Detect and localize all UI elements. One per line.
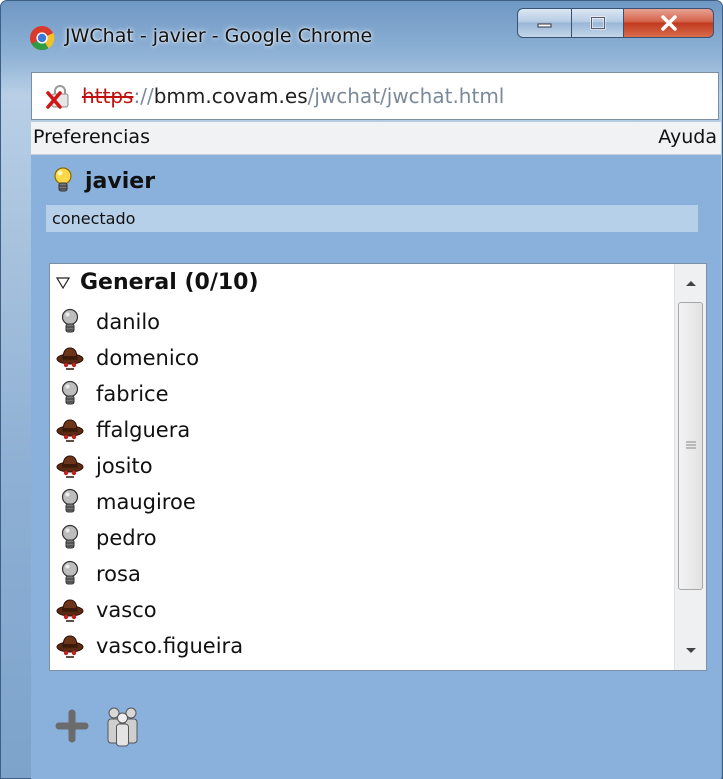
preferences-menu[interactable]: Preferencias xyxy=(33,126,150,148)
own-user-row: javier xyxy=(53,167,155,195)
contact-row[interactable]: ffalguera xyxy=(56,412,243,448)
contact-row[interactable]: pedro xyxy=(56,520,243,556)
transport-hat-icon xyxy=(56,344,84,372)
contact-name: josito xyxy=(96,454,153,478)
chrome-icon xyxy=(30,26,55,51)
url-path: /jwchat/jwchat.html xyxy=(307,84,505,108)
scroll-down-button[interactable] xyxy=(675,636,706,666)
maximize-button[interactable] xyxy=(572,8,624,38)
scroll-up-button[interactable] xyxy=(675,268,706,298)
contact-name: vasco xyxy=(96,598,157,622)
help-menu[interactable]: Ayuda xyxy=(658,126,717,148)
contact-row[interactable]: danilo xyxy=(56,304,243,340)
add-contact-icon[interactable] xyxy=(55,709,89,743)
scroll-down-icon xyxy=(685,648,696,653)
bottom-toolbar xyxy=(55,705,141,747)
transport-hat-icon xyxy=(56,596,84,624)
roster-list: General (0/10) danilo domenico fabrice ffal… xyxy=(49,263,707,671)
offline-bulb-icon xyxy=(56,488,84,516)
transport-hat-icon xyxy=(56,452,84,480)
contact-name: domenico xyxy=(96,346,200,370)
contact-row[interactable]: vasco.figueira xyxy=(56,628,243,664)
scroll-up-icon xyxy=(685,281,696,286)
browser-window: JWChat - javier - Google Chrome https://… xyxy=(0,0,723,779)
contact-list: danilo domenico fabrice ffalguera josito maug… xyxy=(56,304,243,664)
close-button[interactable] xyxy=(624,8,714,38)
chat-panel: javier conectado General (0/10) danilo do… xyxy=(31,155,721,779)
scroll-thumb[interactable] xyxy=(678,302,703,590)
offline-bulb-icon xyxy=(56,308,84,336)
online-bulb-icon[interactable] xyxy=(53,167,73,195)
contact-row[interactable]: domenico xyxy=(56,340,243,376)
roster-scrollbar[interactable] xyxy=(674,264,706,670)
roster-group-header[interactable]: General (0/10) xyxy=(56,270,259,295)
url-separator: :// xyxy=(133,84,154,108)
maximize-icon xyxy=(590,16,605,30)
contact-name: fabrice xyxy=(96,382,169,406)
contact-name: danilo xyxy=(96,310,161,334)
url-text: https://bmm.covam.es/jwchat/jwchat.html xyxy=(82,84,504,108)
contact-name: pedro xyxy=(96,526,157,550)
chat-rooms-icon[interactable] xyxy=(105,705,141,747)
grip-icon xyxy=(686,441,696,449)
close-icon xyxy=(660,15,677,31)
window-controls xyxy=(517,8,714,40)
contact-row[interactable]: rosa xyxy=(56,556,243,592)
own-username[interactable]: javier xyxy=(85,169,155,194)
minimize-button[interactable] xyxy=(517,8,572,38)
roster-group-label: General (0/10) xyxy=(80,270,259,295)
contact-row[interactable]: fabrice xyxy=(56,376,243,412)
collapse-triangle-icon[interactable] xyxy=(56,276,70,289)
contact-row[interactable]: maugiroe xyxy=(56,484,243,520)
title-bar[interactable]: JWChat - javier - Google Chrome xyxy=(1,1,722,71)
url-host: bmm.covam.es xyxy=(153,84,308,108)
contact-name: vasco.figueira xyxy=(96,634,244,658)
menu-bar: Preferencias Ayuda xyxy=(31,122,721,155)
url-scheme: https xyxy=(82,84,134,108)
transport-hat-icon xyxy=(56,632,84,660)
minimize-icon xyxy=(537,23,551,28)
offline-bulb-icon xyxy=(56,560,84,588)
contact-row[interactable]: vasco xyxy=(56,592,243,628)
status-message[interactable]: conectado xyxy=(46,205,698,232)
offline-bulb-icon xyxy=(56,524,84,552)
contact-name: ffalguera xyxy=(96,418,191,442)
contact-row[interactable]: josito xyxy=(56,448,243,484)
address-bar[interactable]: https://bmm.covam.es/jwchat/jwchat.html xyxy=(31,72,719,120)
window-title: JWChat - javier - Google Chrome xyxy=(65,25,373,47)
broken-lock-icon[interactable] xyxy=(46,85,72,109)
contact-name: rosa xyxy=(96,562,141,586)
transport-hat-icon xyxy=(56,416,84,444)
contact-name: maugiroe xyxy=(96,490,196,514)
offline-bulb-icon xyxy=(56,380,84,408)
